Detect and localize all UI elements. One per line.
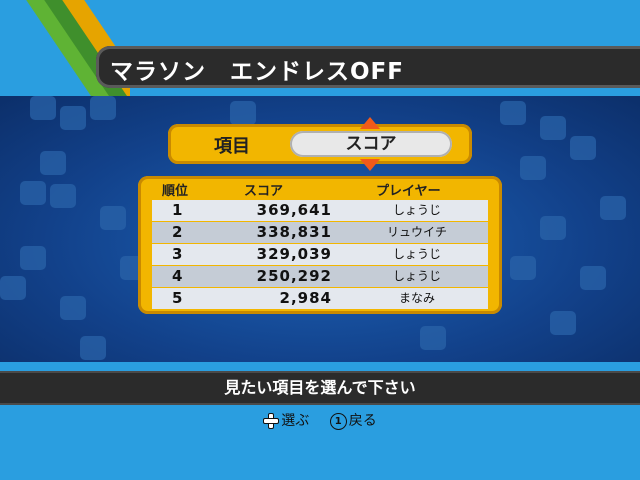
rank-cell: 3 xyxy=(172,245,183,263)
rank-cell: 4 xyxy=(172,267,183,285)
select-label: 選ぶ xyxy=(281,413,310,429)
dpad-icon xyxy=(263,413,280,429)
player-cell: しょうじ xyxy=(392,247,441,261)
message-bar: 見たい項目を選んで下さい xyxy=(0,371,640,405)
header-rank: 順位 xyxy=(162,184,189,199)
title-bar: マラソン エンドレスOFF xyxy=(96,46,640,88)
player-cell: リュウイチ xyxy=(386,225,447,239)
score-cell: 369,641 xyxy=(256,201,332,219)
table-row: 5 2,984 まなみ xyxy=(152,288,488,309)
rank-cell: 2 xyxy=(172,223,183,241)
table-row: 3 329,039 しょうじ xyxy=(152,244,488,265)
score-cell: 250,292 xyxy=(256,267,332,285)
page-title: マラソン エンドレスOFF xyxy=(110,59,404,85)
player-cell: しょうじ xyxy=(392,269,441,283)
selector-value-box[interactable]: スコア xyxy=(290,131,452,157)
back-label: 戻る xyxy=(348,413,377,429)
table-row: 4 250,292 しょうじ xyxy=(152,266,488,287)
ranking-table: 順位 スコア プレイヤー 1 369,641 しょうじ 2 338,831 リュ… xyxy=(138,176,502,314)
control-hints: 選ぶ 1 戻る xyxy=(0,410,640,432)
arrow-up-icon[interactable] xyxy=(360,117,380,129)
arrow-down-icon[interactable] xyxy=(360,159,380,171)
score-cell: 338,831 xyxy=(256,223,332,241)
score-cell: 2,984 xyxy=(279,289,332,307)
player-cell: しょうじ xyxy=(392,203,441,217)
instruction-text: 見たい項目を選んで下さい xyxy=(224,378,416,397)
selector-value: スコア xyxy=(345,134,397,154)
button-1-icon: 1 xyxy=(329,412,347,430)
score-cell: 329,039 xyxy=(256,245,332,263)
selector-label: 項目 xyxy=(214,136,250,157)
select-hint: 選ぶ xyxy=(263,410,309,430)
rank-cell: 1 xyxy=(172,201,183,219)
header-score: スコア xyxy=(244,184,284,199)
table-row: 2 338,831 リュウイチ xyxy=(152,222,488,243)
header-player: プレイヤー xyxy=(376,184,441,199)
back-hint[interactable]: 1 戻る xyxy=(329,410,377,430)
category-selector[interactable]: 項目 スコア xyxy=(168,124,472,164)
table-row: 1 369,641 しょうじ xyxy=(152,200,488,221)
rank-cell: 5 xyxy=(172,289,183,307)
player-cell: まなみ xyxy=(398,291,435,305)
